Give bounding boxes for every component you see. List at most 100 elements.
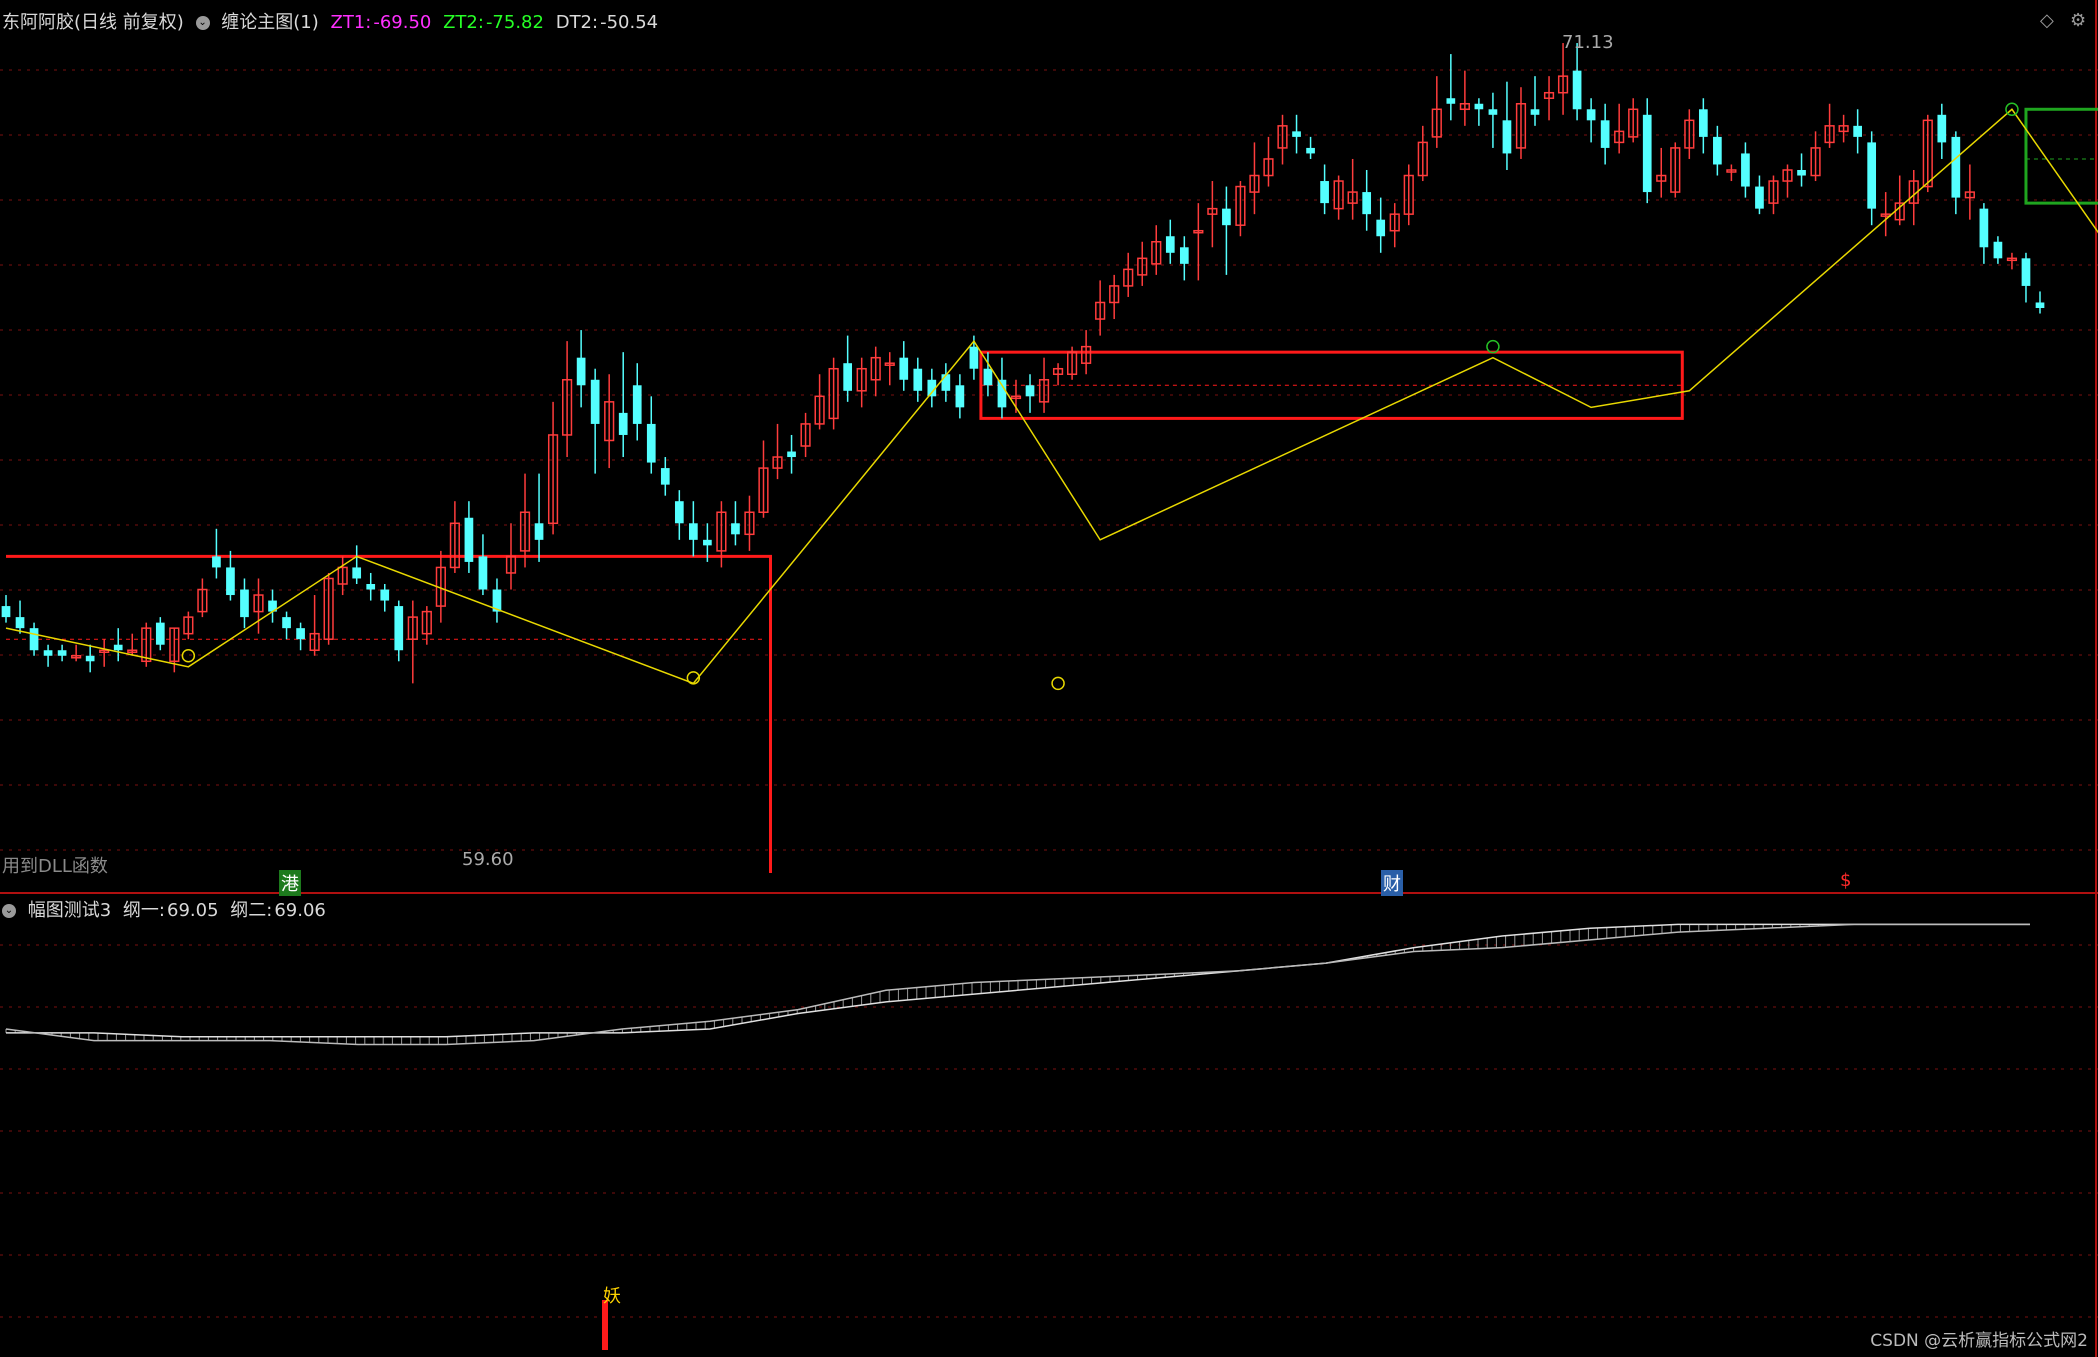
candle-body: [29, 628, 39, 651]
candle-body: [646, 423, 656, 463]
candle-body: [1446, 98, 1456, 104]
sub-collapse-circle-icon[interactable]: ⌄: [2, 904, 16, 918]
candle-body: [240, 589, 249, 618]
diamond-icon[interactable]: ◇: [2040, 10, 2054, 31]
candle-body: [1755, 186, 1764, 209]
high-price-label: 71.13: [1562, 32, 1614, 53]
candle-body: [113, 644, 123, 651]
gang-marker: 港: [279, 870, 301, 896]
candle-body: [660, 468, 670, 485]
candle-body: [282, 617, 291, 629]
candle-body: [1867, 142, 1877, 209]
candle-body: [576, 357, 586, 386]
candle-body: [1474, 103, 1484, 110]
candle-body: [478, 556, 488, 590]
candle-body: [731, 523, 740, 535]
symbol-title: 东阿阿胶(日线 前复权): [2, 12, 184, 33]
candle-body: [899, 357, 909, 380]
candle-body: [632, 385, 642, 424]
candle-body: [1502, 120, 1512, 154]
candle-body: [352, 567, 362, 579]
sub-header: ⌄ 幅图测试3 纲一: 69.05 纲二: 69.06: [2, 896, 332, 922]
candle-body: [155, 622, 165, 645]
candle-body: [674, 501, 684, 524]
gear-icon[interactable]: ⚙: [2070, 10, 2086, 31]
line1-value: 69.05: [167, 900, 219, 921]
candle-body: [689, 523, 698, 540]
line2-label: 纲二:: [230, 900, 273, 921]
candle-body: [1797, 170, 1806, 176]
candle-body: [1306, 147, 1315, 154]
candle-body: [226, 567, 235, 596]
candle-body: [57, 650, 67, 656]
candle-body: [1741, 153, 1750, 187]
pivot-circle-icon: [1051, 676, 1065, 691]
zt2-value: -75.82: [485, 12, 544, 33]
candle-body: [15, 617, 25, 629]
low-price-label: 59.60: [462, 849, 514, 870]
candle-body: [43, 650, 53, 656]
candle-body: [1951, 136, 1961, 198]
candle-body: [1586, 109, 1596, 121]
candle-body: [590, 379, 600, 424]
candle-body: [1979, 208, 1989, 248]
dollar-marker: $: [1840, 870, 1852, 891]
yao-marker: 妖: [603, 1286, 621, 1307]
chart-canvas[interactable]: [0, 0, 2098, 1357]
candle-body: [913, 368, 923, 391]
candle-body: [955, 385, 965, 408]
dt2-value: -50.54: [600, 12, 659, 33]
candle-body: [1993, 241, 2003, 259]
candle-body: [394, 606, 404, 651]
candle-body: [1362, 192, 1372, 215]
candle-body: [1853, 125, 1862, 137]
candle-body: [1179, 247, 1189, 264]
candle-body: [703, 539, 712, 546]
candle-body: [534, 523, 544, 540]
candle-body: [1292, 131, 1301, 137]
candle-body: [2021, 258, 2031, 286]
candle-body: [1, 606, 11, 618]
candle-body: [1572, 70, 1582, 110]
pivot-box: [2024, 107, 2098, 205]
zigzag-line: [5, 108, 2098, 685]
support-line: [6, 554, 773, 873]
dt2-label: DT2:: [555, 12, 599, 33]
candle-body: [618, 412, 628, 435]
candle-body: [212, 556, 221, 568]
cai-marker: 财: [1381, 870, 1403, 896]
candle-body: [1642, 114, 1652, 193]
candle-body: [1600, 120, 1610, 148]
sub-indicator-name: 幅图测试3: [27, 900, 112, 921]
candle-body: [85, 655, 95, 662]
candle-body: [941, 374, 951, 391]
zt1-label: ZT1:: [330, 12, 372, 33]
candle-body: [787, 451, 796, 458]
candle-body: [1320, 181, 1329, 204]
line2-value: 69.06: [274, 900, 326, 921]
dll-note: 用到DLL函数: [2, 856, 108, 877]
zt1-value: -69.50: [373, 12, 432, 33]
line1-label: 纲一:: [122, 900, 165, 921]
candle-body: [1222, 208, 1231, 226]
candle-body: [1713, 136, 1722, 165]
candle-body: [296, 628, 305, 640]
candle-body: [366, 584, 376, 590]
candle-body: [1025, 385, 1035, 397]
candle-body: [1530, 109, 1540, 115]
collapse-circle-icon[interactable]: ⌄: [195, 16, 210, 30]
candle-body: [464, 517, 474, 562]
candle-body: [1165, 236, 1175, 253]
zt2-label: ZT2:: [443, 12, 484, 33]
candle-body: [1698, 109, 1708, 137]
main-header: 东阿阿胶(日线 前复权) ⌄ 缠论主图(1) ZT1: -69.50 ZT2: -7…: [2, 8, 664, 34]
watermark: CSDN @云析赢指标公式网2: [1870, 1331, 2088, 1351]
candle-body: [843, 363, 853, 391]
candle-body: [983, 368, 993, 386]
candle-body: [1937, 114, 1947, 143]
candle-body: [380, 589, 390, 601]
indicator-name: 缠论主图(1): [221, 12, 319, 33]
pivot-circle-icon: [181, 649, 196, 663]
candle-body: [1376, 219, 1386, 237]
candle-body: [1488, 109, 1498, 115]
